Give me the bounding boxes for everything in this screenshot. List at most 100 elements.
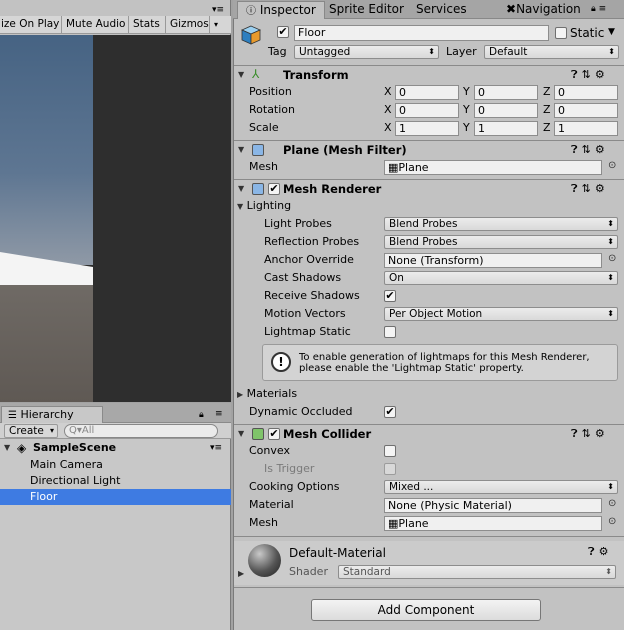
mesh-filter-header[interactable]: ▼ Plane (Mesh Filter) [234, 141, 624, 159]
tab-hierarchy[interactable]: ☰ Hierarchy [1, 406, 103, 424]
reflection-probes-value: Blend Probes [389, 236, 458, 248]
mesh-renderer-collapse-icon[interactable]: ▼ [238, 181, 244, 197]
position-z-field[interactable]: 0 [554, 85, 618, 100]
component-icons[interactable]: ❓︎⇅⚙ [571, 143, 609, 157]
presets-icon: ⇅ [581, 427, 595, 440]
mesh-renderer-header[interactable]: ▼ ✔ Mesh Renderer [234, 180, 624, 198]
hierarchy-search-input[interactable]: Q▾All [64, 424, 218, 438]
anchor-override-label: Anchor Override [264, 253, 354, 266]
hierarchy-item-main-camera[interactable]: Main Camera [0, 457, 231, 473]
component-icons[interactable]: ❓︎⇅⚙ [571, 68, 609, 82]
divider [234, 536, 624, 537]
active-checkbox[interactable]: ✔ [277, 26, 289, 38]
light-probes-dropdown[interactable]: Blend Probes ⬍ [384, 217, 618, 231]
mesh-collider-enabled-checkbox[interactable]: ✔ [268, 428, 280, 440]
scene-row[interactable]: ▼ ◈ SampleScene ▾≡ [0, 440, 231, 456]
scene-expand-icon[interactable]: ▼ [4, 440, 10, 456]
mesh-collider-collapse-icon[interactable]: ▼ [238, 426, 244, 442]
lock-icon[interactable]: 🔒︎ ≡ [591, 4, 606, 14]
dropdown-arrow-icon: ⬍ [607, 273, 614, 282]
static-dropdown-icon[interactable]: ▼ [608, 27, 615, 37]
collider-mesh-field[interactable]: ▦Plane [384, 516, 602, 531]
object-picker-icon[interactable]: ⊙ [608, 160, 616, 171]
add-component-button[interactable]: Add Component [311, 599, 541, 621]
scale-x-field[interactable]: 1 [395, 121, 459, 136]
gizmos-toggle[interactable]: Gizmos [166, 15, 210, 34]
create-dropdown[interactable]: Create ▾ [4, 424, 58, 438]
object-name-field[interactable]: Floor [294, 25, 549, 41]
object-picker-icon[interactable]: ⊙ [608, 253, 616, 264]
x-axis-label: X [384, 121, 392, 134]
hierarchy-menu-icon[interactable]: ≡ [215, 409, 223, 419]
tab-services[interactable]: Services [408, 1, 475, 19]
material-expand-icon[interactable]: ▶ [238, 566, 244, 582]
help-icon: ❓︎ [588, 545, 599, 558]
dropdown-arrow-icon: ⬍ [607, 219, 614, 228]
anchor-override-field[interactable]: None (Transform) [384, 253, 602, 268]
maximize-on-play-toggle[interactable]: ize On Play [0, 15, 62, 34]
create-arrow-icon: ▾ [49, 426, 54, 435]
motion-vectors-dropdown[interactable]: Per Object Motion ⬍ [384, 307, 618, 321]
search-placeholder: All [81, 425, 95, 436]
y-axis-label: Y [463, 85, 470, 98]
transform-collapse-icon[interactable]: ▼ [238, 67, 244, 83]
create-label: Create [9, 425, 44, 437]
stats-toggle[interactable]: Stats [129, 15, 166, 34]
layer-dropdown[interactable]: Default ⬍ [484, 45, 619, 59]
mesh-field[interactable]: ▦Plane [384, 160, 602, 175]
panel-menu-icon[interactable]: ▾≡ [212, 5, 224, 15]
mesh-collider-icon [252, 428, 264, 440]
reflection-probes-dropdown[interactable]: Blend Probes ⬍ [384, 235, 618, 249]
gameobject-cube-icon [240, 24, 262, 46]
shader-dropdown[interactable]: Standard ⬍ [338, 565, 616, 579]
tab-inspector[interactable]: ⓘ Inspector [237, 1, 325, 19]
cast-shadows-label: Cast Shadows [264, 271, 342, 284]
position-y-field[interactable]: 0 [474, 85, 538, 100]
scene-menu-icon[interactable]: ▾≡ [210, 440, 222, 456]
tab-navigation[interactable]: ✖Navigation [498, 1, 589, 19]
mesh-filter-collapse-icon[interactable]: ▼ [238, 142, 244, 158]
materials-foldout[interactable]: ▶ Materials [237, 386, 297, 402]
hierarchy-list-icon: ☰ [8, 410, 17, 421]
x-axis-label: X [384, 85, 392, 98]
component-icons[interactable]: ❓︎⇅⚙ [571, 182, 609, 196]
rotation-x-field[interactable]: 0 [395, 103, 459, 118]
mesh-collider-header[interactable]: ▼ ✔ Mesh Collider [234, 425, 624, 443]
position-x-field[interactable]: 0 [395, 85, 459, 100]
mesh-renderer-enabled-checkbox[interactable]: ✔ [268, 183, 280, 195]
physic-material-field[interactable]: None (Physic Material) [384, 498, 602, 513]
scale-y-field[interactable]: 1 [474, 121, 538, 136]
game-viewport[interactable] [0, 35, 231, 402]
cooking-options-dropdown[interactable]: Mixed ... ⬍ [384, 480, 618, 494]
transform-header[interactable]: ▼ ⅄ Transform [234, 66, 624, 84]
cast-shadows-dropdown[interactable]: On ⬍ [384, 271, 618, 285]
object-picker-icon[interactable]: ⊙ [608, 498, 616, 509]
lighting-expand-icon[interactable]: ▼ [237, 202, 243, 211]
gizmos-dropdown-icon[interactable]: ▾ [210, 16, 223, 34]
materials-expand-icon[interactable]: ▶ [237, 390, 243, 399]
hierarchy-item-floor[interactable]: Floor [0, 489, 231, 505]
rotation-z-field[interactable]: 0 [554, 103, 618, 118]
rotation-y-field[interactable]: 0 [474, 103, 538, 118]
component-icons[interactable]: ❓︎⇅⚙ [571, 427, 609, 441]
material-icons[interactable]: ❓︎⚙ [588, 545, 613, 559]
lightmap-static-checkbox[interactable] [384, 326, 396, 338]
lighting-foldout[interactable]: ▼ Lighting [237, 198, 291, 214]
convex-checkbox[interactable] [384, 445, 396, 457]
receive-shadows-checkbox[interactable]: ✔ [384, 290, 396, 302]
cast-shadows-value: On [389, 272, 404, 284]
mute-audio-toggle[interactable]: Mute Audio [62, 15, 129, 34]
tag-dropdown[interactable]: Untagged ⬍ [294, 45, 439, 59]
mesh-value: Plane [398, 161, 429, 174]
dynamic-occluded-checkbox[interactable]: ✔ [384, 406, 396, 418]
hierarchy-item-directional-light[interactable]: Directional Light [0, 473, 231, 489]
scale-z-field[interactable]: 1 [554, 121, 618, 136]
object-picker-icon[interactable]: ⊙ [608, 516, 616, 527]
static-checkbox[interactable] [555, 27, 567, 39]
mesh-label: Mesh [249, 160, 278, 173]
tab-sprite-editor[interactable]: Sprite Editor [321, 1, 412, 19]
cooking-options-value: Mixed ... [389, 481, 434, 493]
receive-shadows-label: Receive Shadows [264, 289, 360, 302]
light-probes-value: Blend Probes [389, 218, 458, 230]
lock-icon[interactable]: 🔒︎ [199, 410, 204, 420]
